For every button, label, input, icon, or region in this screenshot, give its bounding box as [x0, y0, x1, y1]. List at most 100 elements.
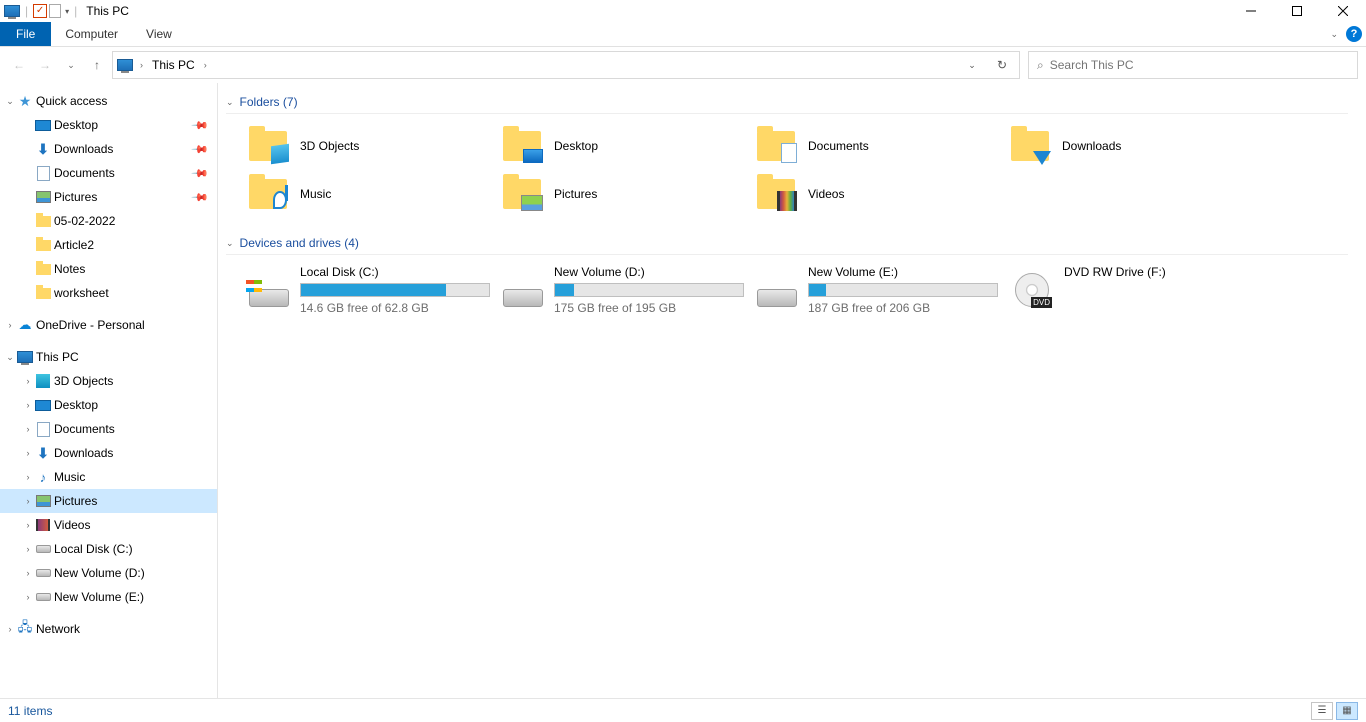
address-bar[interactable]: › This PC › ⌄ ↻	[112, 51, 1020, 79]
folder-label: Music	[300, 187, 331, 201]
folder-3d-objects[interactable]: 3D Objects	[246, 122, 500, 170]
expand-icon[interactable]: ›	[4, 624, 16, 634]
expand-icon[interactable]: ⌄	[4, 352, 16, 363]
expand-icon[interactable]: ›	[22, 424, 34, 434]
folder-pictures[interactable]: Pictures	[500, 170, 754, 218]
pin-icon: 📌	[191, 140, 210, 159]
group-header-drives[interactable]: ⌄Devices and drives (4)	[226, 230, 1348, 255]
drive-local-disk-c-[interactable]: Local Disk (C:) 14.6 GB free of 62.8 GB	[246, 263, 500, 317]
tree-item-this-pc[interactable]: ⌄ This PC	[0, 345, 217, 369]
tree-label: Local Disk (C:)	[54, 542, 133, 556]
tab-view[interactable]: View	[132, 22, 186, 46]
tree-item-desktop[interactable]: › Desktop	[0, 393, 217, 417]
tree-item-network[interactable]: › 🖧 Network	[0, 617, 217, 641]
tree-label: Desktop	[54, 118, 98, 132]
tree-icon	[34, 240, 52, 251]
address-dropdown-icon[interactable]: ⌄	[959, 60, 985, 71]
tab-computer[interactable]: Computer	[51, 22, 132, 46]
recent-dropdown[interactable]: ⌄	[60, 51, 82, 79]
tree-item-music[interactable]: › ♪ Music	[0, 465, 217, 489]
group-drives: Local Disk (C:) 14.6 GB free of 62.8 GB …	[226, 255, 1366, 329]
breadcrumb-thispc[interactable]: This PC	[150, 58, 197, 72]
folder-icon	[246, 126, 290, 166]
drive-dvd-rw-drive-f-[interactable]: DVD RW Drive (F:)	[1008, 263, 1262, 317]
tree-item-downloads[interactable]: ⬇ Downloads 📌	[0, 137, 217, 161]
drive-icon	[754, 265, 800, 307]
expand-icon[interactable]: ›	[22, 544, 34, 554]
tree-icon	[34, 545, 52, 553]
folder-downloads[interactable]: Downloads	[1008, 122, 1262, 170]
folder-desktop[interactable]: Desktop	[500, 122, 754, 170]
tree-label: Notes	[54, 262, 85, 276]
tiles-view-button[interactable]: ▦	[1336, 702, 1358, 720]
tree-item-onedrive-personal[interactable]: › ☁ OneDrive - Personal	[0, 313, 217, 337]
ribbon-expand-icon[interactable]: ⌄	[1330, 29, 1338, 40]
status-bar: 11 items ☰ ▦	[0, 698, 1366, 722]
tree-item-documents[interactable]: › Documents	[0, 417, 217, 441]
expand-icon[interactable]: ⌄	[4, 96, 16, 107]
tree-item-downloads[interactable]: › ⬇ Downloads	[0, 441, 217, 465]
details-view-button[interactable]: ☰	[1311, 702, 1333, 720]
tree-item-quick-access[interactable]: ⌄ ★ Quick access	[0, 89, 217, 113]
folder-documents[interactable]: Documents	[754, 122, 1008, 170]
up-button[interactable]: ↑	[86, 51, 108, 79]
help-icon[interactable]: ?	[1346, 26, 1362, 42]
tab-file[interactable]: File	[0, 22, 51, 46]
tree-item-pictures[interactable]: Pictures 📌	[0, 185, 217, 209]
back-button[interactable]: ←	[8, 51, 30, 79]
expand-icon[interactable]: ›	[22, 592, 34, 602]
expand-icon[interactable]: ›	[4, 320, 16, 330]
expand-icon[interactable]: ›	[22, 376, 34, 386]
usage-bar	[300, 283, 490, 297]
folder-videos[interactable]: Videos	[754, 170, 1008, 218]
tree-item-pictures[interactable]: › Pictures	[0, 489, 217, 513]
qat-dropdown-icon[interactable]: ▾	[65, 7, 69, 16]
tree-label: OneDrive - Personal	[36, 318, 145, 332]
chevron-right-icon[interactable]: ›	[201, 60, 210, 70]
minimize-button[interactable]	[1228, 0, 1274, 22]
expand-icon[interactable]: ›	[22, 520, 34, 530]
folder-music[interactable]: Music	[246, 170, 500, 218]
tree-item-new-volume-e-[interactable]: › New Volume (E:)	[0, 585, 217, 609]
tree-label: Downloads	[54, 142, 113, 156]
search-input[interactable]	[1050, 58, 1349, 72]
folder-icon	[246, 174, 290, 214]
window-title: This PC	[86, 4, 129, 18]
expand-icon[interactable]: ›	[22, 400, 34, 410]
tree-item-new-volume-d-[interactable]: › New Volume (D:)	[0, 561, 217, 585]
folder-label: Desktop	[554, 139, 598, 153]
tree-item-local-disk-c-[interactable]: › Local Disk (C:)	[0, 537, 217, 561]
chevron-right-icon[interactable]: ›	[137, 60, 146, 70]
maximize-button[interactable]	[1274, 0, 1320, 22]
pin-icon: 📌	[191, 164, 210, 183]
refresh-button[interactable]: ↻	[989, 58, 1015, 72]
expand-icon[interactable]: ›	[22, 496, 34, 506]
tree-item-desktop[interactable]: Desktop 📌	[0, 113, 217, 137]
tree-item-worksheet[interactable]: worksheet	[0, 281, 217, 305]
drive-label: New Volume (E:)	[808, 265, 998, 279]
tree-item-notes[interactable]: Notes	[0, 257, 217, 281]
drive-new-volume-d-[interactable]: New Volume (D:) 175 GB free of 195 GB	[500, 263, 754, 317]
expand-icon[interactable]: ›	[22, 568, 34, 578]
search-box[interactable]: ⌕	[1028, 51, 1358, 79]
tree-label: New Volume (E:)	[54, 590, 144, 604]
expand-icon[interactable]: ›	[22, 472, 34, 482]
nav-row: ← → ⌄ ↑ › This PC › ⌄ ↻ ⌕	[0, 47, 1366, 83]
qat-properties-icon[interactable]: ✓	[33, 4, 47, 18]
tree-item-3d-objects[interactable]: › 3D Objects	[0, 369, 217, 393]
tree-item-05-02-2022[interactable]: 05-02-2022	[0, 209, 217, 233]
tree-item-documents[interactable]: Documents 📌	[0, 161, 217, 185]
tree-item-videos[interactable]: › Videos	[0, 513, 217, 537]
drive-new-volume-e-[interactable]: New Volume (E:) 187 GB free of 206 GB	[754, 263, 1008, 317]
group-header-folders[interactable]: ⌄Folders (7)	[226, 89, 1348, 114]
tree-icon	[34, 166, 52, 181]
close-button[interactable]	[1320, 0, 1366, 22]
qat-newfolder-icon[interactable]	[49, 4, 61, 18]
folder-label: Downloads	[1062, 139, 1121, 153]
tree-icon	[34, 593, 52, 601]
expand-icon[interactable]: ›	[22, 448, 34, 458]
tree-item-article2[interactable]: Article2	[0, 233, 217, 257]
forward-button[interactable]: →	[34, 51, 56, 79]
tree-label: Videos	[54, 518, 90, 532]
tree-icon: ⬇	[34, 445, 52, 462]
